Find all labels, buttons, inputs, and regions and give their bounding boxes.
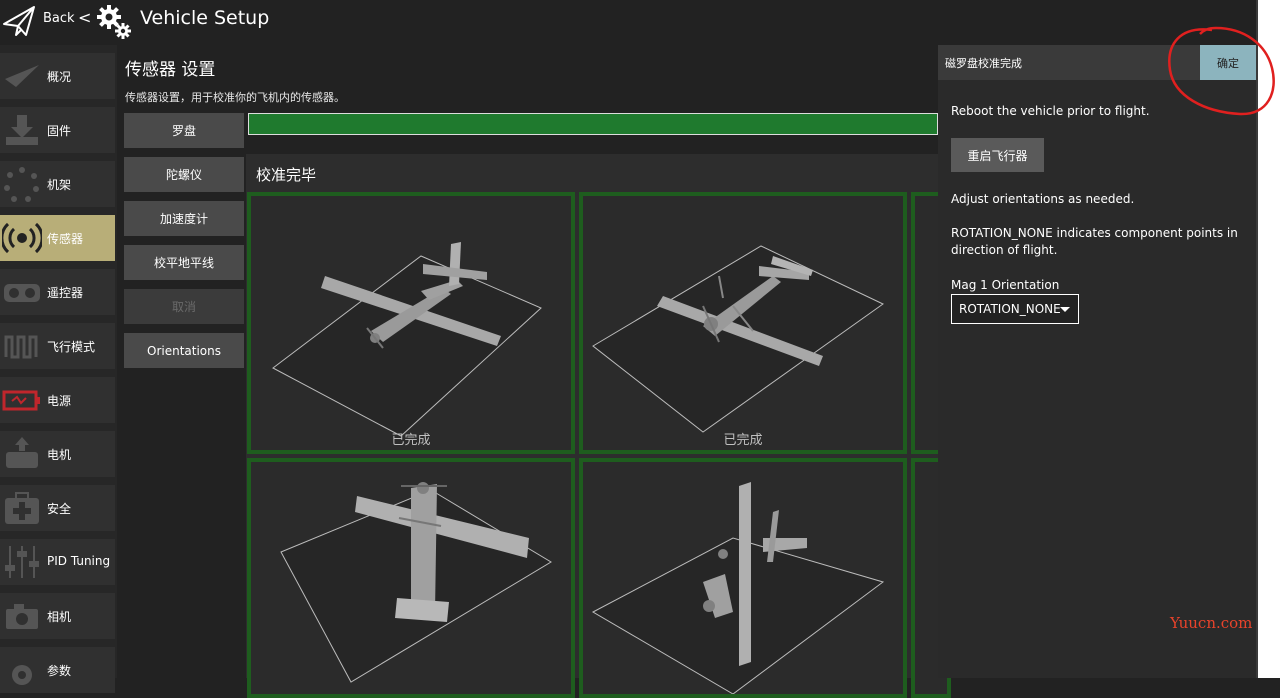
- reboot-message: Reboot the vehicle prior to flight.: [951, 104, 1150, 118]
- sidebar-item-label: 遥控器: [47, 286, 84, 300]
- progress-fill: [249, 114, 937, 134]
- sidebar: 概况 固件 机架 传感器 遥控器 飞行模式 电源 电机 安全 PID Tunin…: [0, 45, 117, 693]
- sidebar-item-motors[interactable]: 电机: [0, 431, 115, 477]
- section-title: 传感器 设置: [125, 60, 216, 80]
- orientation-tile: [579, 458, 907, 698]
- window-edge: [1256, 0, 1280, 678]
- back-label: Back: [43, 11, 75, 26]
- airplane-image: [592, 245, 884, 433]
- rotation-info-message: ROTATION_NONE indicates component points…: [951, 226, 1238, 257]
- orientation-tile: 已完成: [247, 192, 575, 454]
- paper-plane-icon: [3, 6, 35, 36]
- gyroscope-button[interactable]: 陀螺仪: [124, 157, 244, 192]
- level-horizon-button[interactable]: 校平地平线: [124, 245, 244, 280]
- sidebar-item-power[interactable]: 电源: [0, 377, 115, 423]
- orientation-tile: 已完成: [579, 192, 907, 454]
- sidebar-item-parameters[interactable]: 参数: [0, 647, 115, 693]
- ok-button[interactable]: 确定: [1200, 45, 1256, 80]
- gear-icon: [12, 665, 32, 685]
- sidebar-item-summary[interactable]: 概况: [0, 53, 115, 99]
- watermark-text: Yuucn.com: [1170, 614, 1253, 632]
- breadcrumb-separator: <: [78, 8, 92, 27]
- panel-title: 磁罗盘校准完成: [945, 57, 1022, 70]
- reboot-vehicle-button[interactable]: 重启飞行器: [951, 138, 1044, 172]
- motor-icon: [6, 437, 38, 468]
- page-title: Vehicle Setup: [140, 7, 270, 29]
- safety-icon: [5, 492, 39, 524]
- sidebar-item-label: 飞行模式: [47, 340, 96, 354]
- airplane-image: [591, 482, 885, 694]
- camera-icon: [6, 604, 38, 629]
- flight-modes-icon: [4, 335, 38, 359]
- airplane-image: [280, 482, 552, 683]
- section-description: 传感器设置，用于校准你的飞机内的传感器。: [125, 91, 345, 104]
- mag-orientation-value: ROTATION_NONE: [959, 302, 1061, 316]
- sliders-icon: [5, 546, 39, 578]
- top-bar: Back < Vehicle Setup: [0, 0, 1256, 44]
- tile-caption: 已完成: [391, 433, 431, 448]
- sidebar-item-label: PID Tuning: [47, 554, 111, 568]
- calibration-status-panel: 校准完毕 已完成 已完成: [246, 154, 951, 698]
- sidebar-item-label: 概况: [47, 70, 72, 84]
- panel-header: 磁罗盘校准完成 确定: [938, 45, 1256, 80]
- frame-icon: [4, 167, 39, 202]
- sidebar-item-label: 电源: [47, 394, 72, 408]
- orientation-tile: [247, 458, 575, 698]
- gears-icon: [97, 5, 131, 39]
- sidebar-item-flight-modes[interactable]: 飞行模式: [0, 323, 115, 369]
- sidebar-item-label: 相机: [47, 610, 72, 624]
- download-icon: [6, 115, 38, 145]
- orientations-button[interactable]: Orientations: [124, 333, 244, 368]
- sidebar-item-radio[interactable]: 遥控器: [0, 269, 115, 315]
- sidebar-item-safety[interactable]: 安全: [0, 485, 115, 531]
- sidebar-item-firmware[interactable]: 固件: [0, 107, 115, 153]
- sidebar-item-label: 固件: [47, 124, 72, 138]
- sensor-icon: [2, 222, 42, 254]
- compass-button[interactable]: 罗盘: [124, 113, 244, 148]
- paper-plane-icon: [5, 65, 39, 87]
- sidebar-item-label: 安全: [47, 502, 72, 516]
- compass-calibration-complete-panel: 磁罗盘校准完成 确定 Reboot the vehicle prior to f…: [938, 45, 1256, 678]
- calibration-progress-bar: [248, 113, 938, 135]
- sidebar-item-camera[interactable]: 相机: [0, 593, 115, 639]
- radio-icon: [4, 284, 40, 302]
- accelerometer-button[interactable]: 加速度计: [124, 201, 244, 236]
- sensor-setup-panel: 传感器 设置 传感器设置，用于校准你的飞机内的传感器。 罗盘 陀螺仪 加速度计 …: [117, 45, 951, 698]
- sidebar-item-pid-tuning[interactable]: PID Tuning: [0, 539, 115, 585]
- mag-orientation-label: Mag 1 Orientation: [951, 278, 1060, 292]
- sidebar-item-label: 电机: [47, 448, 72, 462]
- tile-caption: 已完成: [723, 433, 763, 448]
- cancel-button[interactable]: 取消: [124, 289, 244, 324]
- dropdown-caret-icon: [1060, 307, 1070, 312]
- sidebar-item-label: 机架: [47, 178, 72, 192]
- status-title: 校准完毕: [256, 166, 317, 184]
- sidebar-item-label: 参数: [47, 664, 72, 678]
- adjust-message: Adjust orientations as needed.: [951, 192, 1135, 206]
- sidebar-item-sensors[interactable]: 传感器: [0, 215, 115, 261]
- battery-icon: [2, 390, 40, 411]
- mag-orientation-select[interactable]: ROTATION_NONE: [951, 294, 1079, 324]
- airplane-image: [272, 242, 542, 437]
- window-edge-line: [1256, 0, 1258, 678]
- sidebar-item-frame[interactable]: 机架: [0, 161, 115, 207]
- sidebar-item-label: 传感器: [47, 232, 84, 246]
